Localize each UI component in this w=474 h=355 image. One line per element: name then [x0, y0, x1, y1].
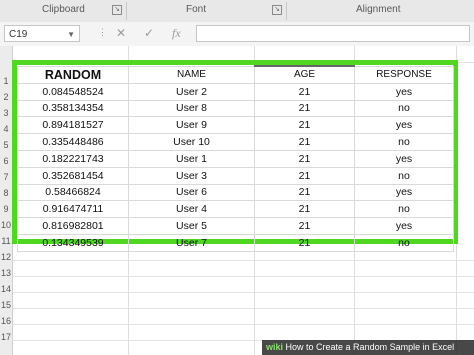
watermark-brand: wiki [266, 342, 284, 352]
row-gridline [12, 292, 474, 293]
row-number[interactable]: 8 [0, 188, 12, 198]
ribbon-separator [286, 2, 287, 20]
row-number[interactable]: 5 [0, 140, 12, 150]
cell-response[interactable]: no [354, 166, 454, 185]
cell-response[interactable]: yes [354, 217, 454, 235]
cancel-icon[interactable]: ✕ [116, 26, 126, 40]
cell-name[interactable]: User 4 [128, 200, 255, 219]
row-number[interactable]: 9 [0, 204, 12, 214]
cell-age[interactable]: 21 [254, 82, 355, 101]
cell-age[interactable]: 21 [254, 217, 355, 235]
row-gridline [12, 276, 474, 277]
row-number[interactable]: 13 [0, 268, 12, 278]
cell-name[interactable]: User 10 [128, 133, 255, 151]
cell-name[interactable]: User 7 [128, 233, 255, 252]
cell-random[interactable]: 0.894181527 [17, 116, 129, 135]
ribbon: Clipboard ↘ Font ↘ Alignment [0, 0, 474, 23]
cell-age[interactable]: 21 [254, 233, 355, 252]
chevron-down-icon[interactable]: ▼ [67, 26, 75, 43]
table-row: 0.916474711 User 4 21 no [17, 200, 454, 219]
cell-name[interactable]: User 8 [128, 99, 255, 118]
cell-random[interactable]: 0.816982801 [17, 217, 129, 235]
table-row: 0.182221743 User 1 21 yes [17, 149, 454, 168]
name-box[interactable]: C19 ▼ [4, 25, 80, 42]
cell-name[interactable]: User 2 [128, 82, 255, 101]
formula-input[interactable] [196, 25, 470, 42]
row-number[interactable]: 10 [0, 220, 12, 230]
table-row: 0.58466824 User 6 21 yes [17, 183, 454, 202]
row-number[interactable]: 11 [0, 236, 12, 246]
header-name[interactable]: NAME [128, 65, 255, 84]
cell-name[interactable]: User 3 [128, 166, 255, 185]
cell-random[interactable]: 0.134349539 [17, 233, 129, 252]
data-table[interactable]: RANDOM NAME AGE RESPONSE 0.084548524 Use… [17, 64, 454, 252]
row-number[interactable]: 6 [0, 156, 12, 166]
table-row: 0.358134354 User 8 21 no [17, 99, 454, 118]
cell-random[interactable]: 0.352681454 [17, 166, 129, 185]
cell-random[interactable]: 0.58466824 [17, 183, 129, 202]
font-launcher-icon[interactable]: ↘ [272, 5, 282, 15]
table-row: 0.335448486 User 10 21 no [17, 133, 454, 151]
cell-response[interactable]: yes [354, 116, 454, 135]
clipboard-launcher-icon[interactable]: ↘ [112, 5, 122, 15]
row-number[interactable]: 17 [0, 332, 12, 342]
cell-random[interactable]: 0.916474711 [17, 200, 129, 219]
cell-random[interactable]: 0.182221743 [17, 149, 129, 168]
cell-response[interactable]: no [354, 233, 454, 252]
row-number[interactable]: 3 [0, 108, 12, 118]
cell-name[interactable]: User 1 [128, 149, 255, 168]
cell-age[interactable]: 21 [254, 166, 355, 185]
header-age[interactable]: AGE [254, 64, 355, 84]
cell-response[interactable]: yes [354, 183, 454, 202]
cell-response[interactable]: no [354, 99, 454, 118]
watermark-text: How to Create a Random Sample in Excel [285, 342, 455, 352]
table-row: 0.084548524 User 2 21 yes [17, 82, 454, 101]
header-response[interactable]: RESPONSE [354, 65, 454, 84]
watermark-caption: wiki How to Create a Random Sample in Ex… [262, 340, 474, 355]
cell-age[interactable]: 21 [254, 183, 355, 202]
cell-age[interactable]: 21 [254, 116, 355, 135]
table-row: 0.134349539 User 7 21 no [17, 233, 454, 252]
header-random[interactable]: RANDOM [17, 65, 129, 84]
cell-response[interactable]: yes [354, 149, 454, 168]
ribbon-separator [126, 2, 127, 20]
table-row: 0.894181527 User 9 21 yes [17, 116, 454, 135]
cell-age[interactable]: 21 [254, 149, 355, 168]
cell-response[interactable]: no [354, 133, 454, 151]
cell-random[interactable]: 0.335448486 [17, 133, 129, 151]
ribbon-group-font: Font [186, 4, 207, 15]
row-number[interactable]: 15 [0, 300, 12, 310]
table-row: 0.816982801 User 5 21 yes [17, 217, 454, 235]
cell-name[interactable]: User 9 [128, 116, 255, 135]
name-box-value: C19 [9, 29, 28, 40]
ribbon-group-clipboard: Clipboard [42, 4, 85, 15]
row-number[interactable]: 16 [0, 316, 12, 326]
row-gridline [12, 324, 474, 325]
cell-name[interactable]: User 6 [128, 183, 255, 202]
cell-response[interactable]: no [354, 200, 454, 219]
row-gridline [12, 308, 474, 309]
row-number[interactable]: 4 [0, 124, 12, 134]
cell-response[interactable]: yes [354, 82, 454, 101]
formula-bar: C19 ▼ ⋮ ✕ ✓ fx [0, 22, 474, 47]
cell-random[interactable]: 0.358134354 [17, 99, 129, 118]
insert-function-icon[interactable]: fx [172, 26, 181, 41]
ribbon-group-alignment: Alignment [356, 4, 401, 15]
table-row: 0.352681454 User 3 21 no [17, 166, 454, 185]
cell-age[interactable]: 21 [254, 99, 355, 118]
row-number[interactable]: 2 [0, 92, 12, 102]
cell-age[interactable]: 21 [254, 133, 355, 151]
cell-random[interactable]: 0.084548524 [17, 82, 129, 101]
header-row: RANDOM NAME AGE RESPONSE [17, 64, 454, 84]
enter-icon[interactable]: ✓ [144, 26, 154, 40]
row-number[interactable]: 7 [0, 172, 12, 182]
more-options-icon: ⋮ [98, 27, 107, 37]
cell-name[interactable]: User 5 [128, 217, 255, 235]
row-number[interactable]: 1 [0, 76, 12, 86]
row-number[interactable]: 14 [0, 284, 12, 294]
row-gridline [12, 260, 474, 261]
row-number[interactable]: 12 [0, 252, 12, 262]
cell-age[interactable]: 21 [254, 200, 355, 219]
